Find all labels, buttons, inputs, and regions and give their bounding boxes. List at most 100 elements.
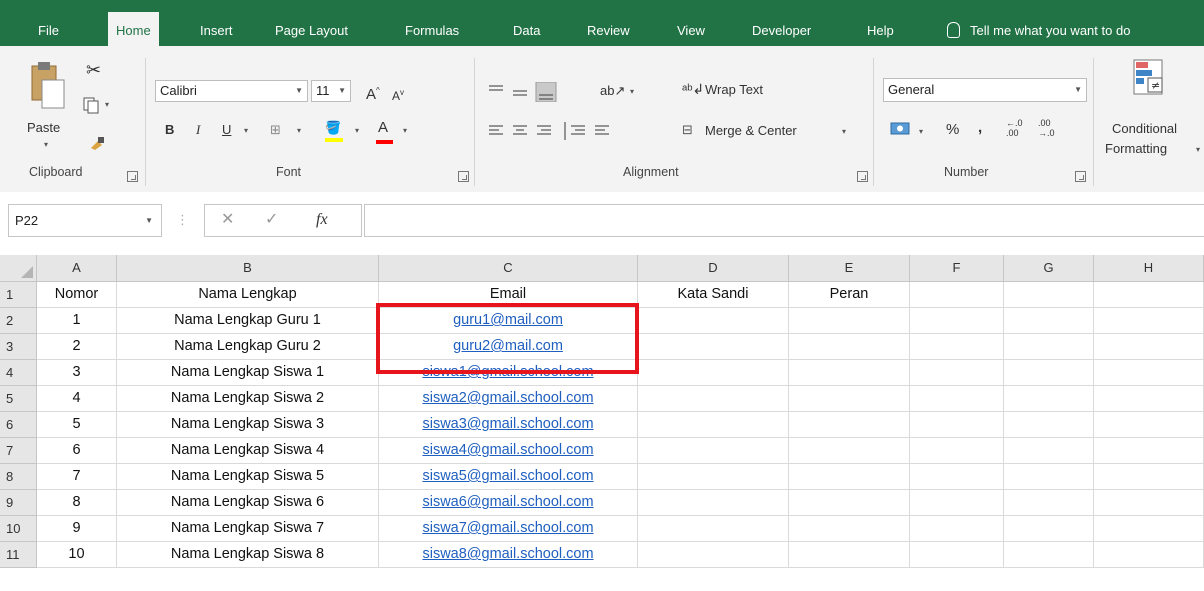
row-header[interactable]: 4 [0, 360, 37, 386]
cell-h5[interactable] [1094, 386, 1204, 412]
cell-b2[interactable]: Nama Lengkap Guru 1 [117, 308, 379, 334]
insert-function-icon[interactable]: fx [316, 210, 328, 230]
cell-h3[interactable] [1094, 334, 1204, 360]
tab-formulas[interactable]: Formulas [405, 16, 459, 46]
orientation-icon[interactable]: ab↗ [600, 81, 625, 101]
font-size-box[interactable]: 11 ▼ [311, 80, 351, 102]
cell-b8[interactable]: Nama Lengkap Siswa 5 [117, 464, 379, 490]
cell-h11[interactable] [1094, 542, 1204, 568]
copy-dropdown-icon[interactable]: ▾ [105, 100, 109, 109]
cell-g9[interactable] [1004, 490, 1094, 516]
tab-file[interactable]: File [38, 16, 59, 46]
tab-page-layout[interactable]: Page Layout [275, 16, 348, 46]
cell-f2[interactable] [910, 308, 1004, 334]
row-header[interactable]: 10 [0, 516, 37, 542]
cell-d6[interactable] [638, 412, 789, 438]
tab-view[interactable]: View [677, 16, 705, 46]
conditional-formatting-dropdown-icon[interactable]: ▾ [1196, 145, 1200, 154]
tell-me-search[interactable]: Tell me what you want to do [947, 16, 1130, 46]
cell-d9[interactable] [638, 490, 789, 516]
copy-icon[interactable] [82, 96, 100, 114]
cell-c7[interactable]: siswa4@gmail.school.com [379, 438, 638, 464]
cell-f10[interactable] [910, 516, 1004, 542]
cell-c9[interactable]: siswa6@gmail.school.com [379, 490, 638, 516]
tab-help[interactable]: Help [867, 16, 894, 46]
cell-g11[interactable] [1004, 542, 1094, 568]
column-header-c[interactable]: C [379, 255, 638, 282]
cell-b7[interactable]: Nama Lengkap Siswa 4 [117, 438, 379, 464]
cell-d7[interactable] [638, 438, 789, 464]
cell-e5[interactable] [789, 386, 910, 412]
cell-a5[interactable]: 4 [37, 386, 117, 412]
row-header[interactable]: 11 [0, 542, 37, 568]
cut-icon[interactable]: ✂ [86, 60, 101, 80]
conditional-formatting-icon[interactable]: ≠ [1132, 58, 1166, 98]
row-header[interactable]: 5 [0, 386, 37, 412]
cell-b3[interactable]: Nama Lengkap Guru 2 [117, 334, 379, 360]
column-header-d[interactable]: D [638, 255, 789, 282]
cell-d5[interactable] [638, 386, 789, 412]
cell-g8[interactable] [1004, 464, 1094, 490]
formula-input[interactable] [364, 204, 1204, 237]
cell-g5[interactable] [1004, 386, 1094, 412]
italic-button[interactable]: I [196, 120, 200, 140]
cell-h4[interactable] [1094, 360, 1204, 386]
cell-e1[interactable]: Peran [789, 282, 910, 308]
row-header[interactable]: 6 [0, 412, 37, 438]
cell-e8[interactable] [789, 464, 910, 490]
cell-g10[interactable] [1004, 516, 1094, 542]
cell-e10[interactable] [789, 516, 910, 542]
row-header[interactable]: 9 [0, 490, 37, 516]
percent-style-button[interactable]: % [946, 120, 959, 140]
fill-color-icon[interactable]: 🪣 [325, 118, 343, 142]
cell-g7[interactable] [1004, 438, 1094, 464]
conditional-formatting-line1[interactable]: Conditional [1112, 119, 1177, 139]
number-launcher-icon[interactable] [1075, 171, 1086, 182]
cell-c10[interactable]: siswa7@gmail.school.com [379, 516, 638, 542]
format-painter-icon[interactable] [88, 134, 106, 152]
fill-color-dropdown-icon[interactable]: ▾ [355, 126, 359, 135]
cell-b4[interactable]: Nama Lengkap Siswa 1 [117, 360, 379, 386]
row-header[interactable]: 8 [0, 464, 37, 490]
name-box[interactable]: P22 ▼ [8, 204, 162, 237]
cell-e7[interactable] [789, 438, 910, 464]
cell-f3[interactable] [910, 334, 1004, 360]
cell-e3[interactable] [789, 334, 910, 360]
increase-font-size-button[interactable]: A^ [366, 81, 380, 105]
tab-home[interactable]: Home [108, 12, 159, 46]
cell-g4[interactable] [1004, 360, 1094, 386]
column-header-h[interactable]: H [1094, 255, 1204, 282]
cell-h1[interactable] [1094, 282, 1204, 308]
underline-button[interactable]: U [222, 120, 231, 140]
row-header[interactable]: 1 [0, 282, 37, 308]
increase-decimal-button[interactable]: ←.0 .00 [1006, 118, 1032, 138]
cancel-icon[interactable]: ✕ [221, 210, 234, 230]
cell-a8[interactable]: 7 [37, 464, 117, 490]
font-name-box[interactable]: Calibri ▼ [155, 80, 308, 102]
cell-c5[interactable]: siswa2@gmail.school.com [379, 386, 638, 412]
cell-e6[interactable] [789, 412, 910, 438]
cell-b9[interactable]: Nama Lengkap Siswa 6 [117, 490, 379, 516]
cell-a1[interactable]: Nomor [37, 282, 117, 308]
tab-developer[interactable]: Developer [752, 16, 811, 46]
column-header-g[interactable]: G [1004, 255, 1094, 282]
cell-h8[interactable] [1094, 464, 1204, 490]
cell-b11[interactable]: Nama Lengkap Siswa 8 [117, 542, 379, 568]
paste-icon[interactable] [28, 58, 70, 114]
font-color-button[interactable]: A [376, 118, 393, 144]
select-all-corner[interactable] [0, 255, 37, 282]
merge-center-button[interactable]: Merge & Center [705, 121, 797, 141]
cell-f1[interactable] [910, 282, 1004, 308]
borders-icon[interactable]: ⊞ [270, 120, 281, 140]
cell-f5[interactable] [910, 386, 1004, 412]
tab-data[interactable]: Data [513, 16, 540, 46]
alignment-launcher-icon[interactable] [857, 171, 868, 182]
column-header-a[interactable]: A [37, 255, 117, 282]
row-header[interactable]: 3 [0, 334, 37, 360]
cell-f9[interactable] [910, 490, 1004, 516]
cell-a6[interactable]: 5 [37, 412, 117, 438]
cell-a4[interactable]: 3 [37, 360, 117, 386]
cell-h2[interactable] [1094, 308, 1204, 334]
cell-d3[interactable] [638, 334, 789, 360]
accounting-dropdown-icon[interactable]: ▾ [919, 127, 923, 136]
